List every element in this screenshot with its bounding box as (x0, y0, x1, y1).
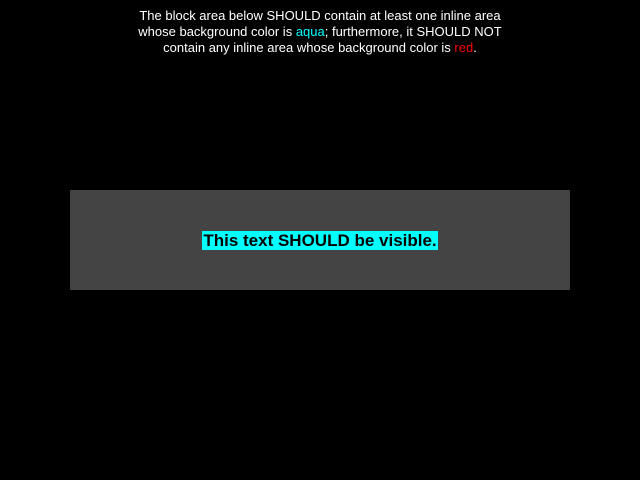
instructions-line-3-end: . (473, 40, 477, 55)
red-color-word: red (454, 40, 474, 55)
aqua-color-word: aqua (295, 24, 325, 39)
visible-text-inline-area: This text SHOULD be visible. (202, 230, 438, 250)
instructions-line-2-start: whose background color is (138, 24, 296, 39)
instructions-text: The block area below SHOULD contain at l… (0, 8, 640, 56)
instructions-line-3-start: contain any inline area whose background… (163, 40, 455, 55)
test-block-area: This text SHOULD be visible. (70, 190, 570, 290)
instructions-line-1: The block area below SHOULD contain at l… (139, 8, 501, 23)
instructions-line-2-end: ; furthermore, it SHOULD NOT (324, 24, 502, 39)
